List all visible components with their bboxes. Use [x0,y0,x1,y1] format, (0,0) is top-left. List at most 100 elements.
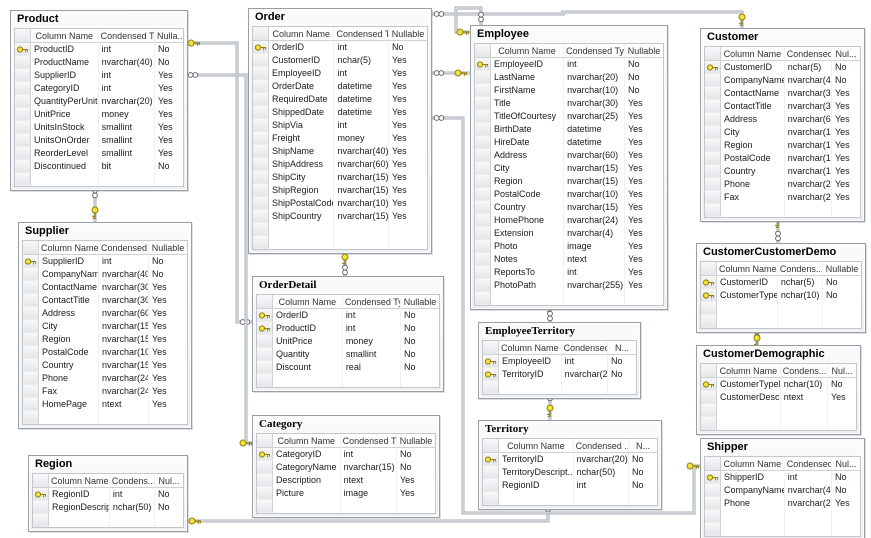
nullable-cell [389,236,427,249]
column-name-cell: RegionID [499,479,574,492]
data-type-cell: datetime [334,106,389,119]
nullable-cell [832,510,860,523]
row-selector [475,175,491,188]
column-name-cell: RegionID [49,488,110,501]
table-title[interactable]: Category [253,416,439,433]
table-category[interactable]: CategoryColumn NameCondensed TypeNullabl… [252,415,440,518]
data-type-cell: nvarchar(10) [99,346,149,359]
nullable-cell: Yes [625,162,663,175]
diagram-canvas[interactable]: ProductColumn NameCondensed TypeNulla...… [0,0,871,538]
rel-employee-order[interactable] [430,70,470,76]
nullable-cell: Yes [389,67,427,80]
table-title[interactable]: EmployeeTerritory [479,323,640,340]
rel-category-product[interactable] [186,73,252,446]
table-product[interactable]: ProductColumn NameCondensed TypeNulla...… [10,10,188,191]
data-type-cell [785,523,832,536]
grid-header-row: Column NameCondensed TypeNullable [23,241,187,255]
table-title[interactable]: OrderDetail [253,277,443,294]
column-grid: Column NameCondens...Nul...CustomerTypeI… [700,363,857,431]
nullable-cell: No [155,488,183,501]
row-selector [253,236,269,249]
table-row: ContactNamenvarchar(30)Yes [23,281,187,294]
nullable-cell: Nullable [823,262,861,276]
row-selector [475,266,491,279]
column-name-cell: ReorderLevel [31,147,99,160]
table-customercustomerdemo[interactable]: CustomerCustomerDemoColumn NameCondens..… [696,243,866,333]
table-title[interactable]: Shipper [701,439,864,456]
table-title[interactable]: Territory [479,421,661,438]
nullable-cell: Yes [149,281,187,294]
table-orderdetail[interactable]: OrderDetailColumn NameCondensed TypeNull… [252,276,444,392]
nullable-cell: Nul... [155,474,183,488]
column-name-cell: CategoryID [31,82,99,95]
data-type-cell: nvarchar(20) [99,95,155,108]
table-row: CustomerIDnchar(5)Yes [253,54,427,67]
primary-key-icon [25,257,37,266]
row-selector [15,160,31,173]
table-row: ReportsTointYes [475,266,663,279]
row-selector [257,361,273,374]
row-selector [253,27,269,41]
grid-header-row: Column NameCondensed ...N... [483,439,657,453]
table-row: ProductNamenvarchar(40)No [15,56,183,69]
nullable-cell: No [389,41,427,54]
table-region[interactable]: RegionColumn NameCondens...Nul...RegionI… [28,455,188,532]
data-type-cell: nvarchar(30) [785,100,832,113]
table-title[interactable]: Order [249,9,431,26]
data-type-cell [99,173,155,186]
data-type-cell [334,223,389,236]
row-selector [475,110,491,123]
table-row: Countrynvarchar(15)Yes [475,201,663,214]
table-supplier[interactable]: SupplierColumn NameCondensed TypeNullabl… [18,222,192,429]
column-name-cell: RequiredDate [269,93,334,106]
table-title[interactable]: Customer [701,29,864,46]
table-title[interactable]: Employee [471,26,667,43]
data-type-cell [341,500,397,513]
column-name-cell: Address [491,149,564,162]
table-title[interactable]: Supplier [19,223,191,240]
table-row: TitleOfCourtesynvarchar(25)Yes [475,110,663,123]
data-type-cell: Condensed Type [334,27,389,41]
column-name-cell: RegionDescription [49,501,110,514]
row-selector [475,227,491,240]
empty-row [701,302,861,315]
table-row: DiscontinuedbitNo [15,160,183,173]
primary-key-icon [35,490,47,499]
table-customer[interactable]: CustomerColumn NameCondensed ...Nul...Cu… [700,28,865,222]
row-selector [33,474,49,488]
data-type-cell: nvarchar(15) [785,165,832,178]
nullable-cell: Yes [625,188,663,201]
row-selector [23,346,39,359]
data-type-cell: nvarchar(15) [564,201,625,214]
table-title[interactable]: CustomerDemographic [697,346,860,363]
nullable-cell: No [625,58,663,71]
table-title[interactable]: CustomerCustomerDemo [697,244,865,261]
nullable-cell: No [155,501,183,514]
column-name-cell: CategoryName [273,461,341,474]
row-selector [257,500,273,513]
row-selector [483,341,499,355]
table-title[interactable]: Region [29,456,187,473]
table-employeeterritory[interactable]: EmployeeTerritoryColumn NameCondensed ..… [478,322,641,399]
empty-row [15,173,183,186]
table-shipper[interactable]: ShipperColumn NameCondensed ...Nul...Shi… [700,438,865,538]
nullable-cell: Yes [155,134,183,147]
nullable-cell: No [149,255,187,268]
data-type-cell [564,292,625,305]
data-type-cell: int [99,69,155,82]
column-name-cell: Column Name [273,295,343,309]
nullable-cell: Yes [389,158,427,171]
data-type-cell: money [343,335,401,348]
table-row: ShipPostalCodenvarchar(10)Yes [253,197,427,210]
table-order[interactable]: OrderColumn NameCondensed TypeNullableOr… [248,8,432,254]
table-employee[interactable]: EmployeeColumn NameCondensed TypeNullabl… [470,25,668,310]
table-title[interactable]: Product [11,11,187,28]
data-type-cell [574,492,629,505]
column-name-cell: Fax [721,191,785,204]
table-territory[interactable]: TerritoryColumn NameCondensed ...N...Ter… [478,420,662,510]
rel-product-orderdetail[interactable] [186,40,252,324]
row-selector [257,474,273,487]
data-type-cell: int [334,67,389,80]
row-selector [257,295,273,309]
table-customerdemographic[interactable]: CustomerDemographicColumn NameCondens...… [696,345,861,435]
